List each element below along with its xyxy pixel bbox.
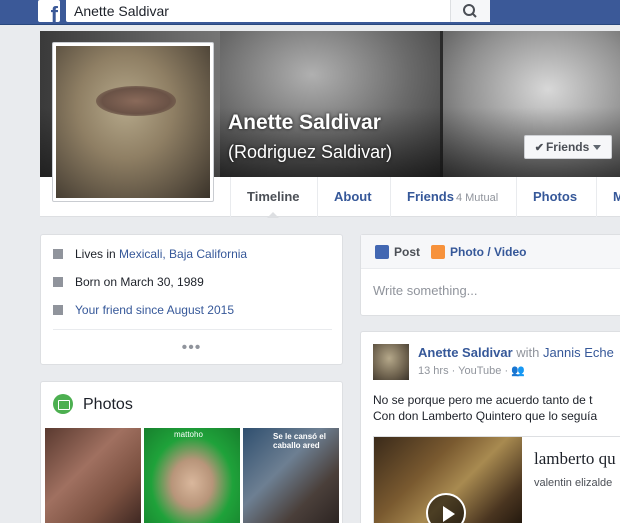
- link-subtitle: valentin elizalde: [534, 477, 613, 489]
- friends-button[interactable]: ✔ Friends: [524, 135, 612, 159]
- post-time[interactable]: 13 hrs: [418, 365, 449, 377]
- play-icon[interactable]: [426, 493, 466, 523]
- photo-thumbnail[interactable]: [45, 428, 141, 523]
- link-title[interactable]: lamberto qu: [534, 449, 616, 469]
- tab-friends[interactable]: Friends 4 Mutual: [390, 177, 514, 217]
- feed-post: Anette Saldivar with Jannis Eche 13 hrs …: [360, 331, 620, 523]
- photos-icon: [53, 394, 73, 414]
- tab-timeline[interactable]: Timeline: [230, 177, 316, 218]
- search-button[interactable]: [450, 0, 490, 22]
- post-source[interactable]: YouTube: [458, 365, 501, 377]
- post-author-line: Anette Saldivar with Jannis Eche: [418, 345, 614, 360]
- tab-about[interactable]: About: [317, 177, 388, 217]
- photo-thumbnail[interactable]: mattoho: [144, 428, 240, 523]
- friend-since-link[interactable]: Your friend since August 2015: [75, 303, 234, 317]
- friends-icon: [53, 305, 63, 315]
- search-box: [66, 0, 490, 22]
- tab-more[interactable]: M: [596, 177, 620, 217]
- post-text: No se porque pero me acuerdo tanto de t …: [373, 393, 598, 423]
- tab-photo-video[interactable]: Photo / Video: [431, 245, 526, 259]
- tab-post[interactable]: Post: [375, 245, 420, 259]
- mutual-count: 4 Mutual: [455, 192, 499, 204]
- search-input[interactable]: [66, 0, 450, 22]
- chevron-down-icon: [593, 145, 602, 151]
- photo-thumbnail[interactable]: Se le cansó el caballo ared: [243, 428, 339, 523]
- composer-tabs: Post Photo / Video: [361, 235, 620, 269]
- audience-friends-icon[interactable]: 👥: [511, 365, 525, 377]
- tab-photos[interactable]: Photos: [516, 177, 593, 217]
- link-preview[interactable]: lamberto qu valentin elizalde: [373, 436, 620, 523]
- friends-button-label: Friends: [545, 140, 590, 154]
- post-author-avatar[interactable]: [373, 344, 409, 380]
- more-dots-button[interactable]: •••: [41, 339, 342, 357]
- photos-card: Photos mattoho Se le cansó el caballo ar…: [40, 381, 343, 523]
- post-author-name[interactable]: Anette Saldivar: [418, 345, 513, 360]
- intro-friend-since: Your friend since August 2015: [53, 303, 234, 319]
- checkmark-icon: ✔: [534, 142, 544, 154]
- intro-card: Lives in Mexicali, Baja California Born …: [40, 234, 343, 365]
- post-meta: 13 hrs · YouTube · 👥: [418, 365, 525, 377]
- photos-title[interactable]: Photos: [83, 396, 133, 414]
- intro-born: Born on March 30, 1989: [53, 275, 204, 291]
- top-bar: f: [0, 0, 620, 26]
- calendar-icon: [53, 277, 63, 287]
- profile-alternate-name: (Rodriguez Saldivar): [228, 142, 393, 162]
- search-icon: [463, 4, 477, 18]
- pencil-icon: [375, 245, 389, 259]
- avatar: [56, 46, 210, 198]
- lives-in-link[interactable]: Mexicali, Baja California: [119, 247, 247, 261]
- composer-input[interactable]: Write something...: [373, 283, 478, 298]
- home-icon: [53, 249, 63, 259]
- post-composer: Post Photo / Video Write something...: [360, 234, 620, 316]
- facebook-logo-icon[interactable]: f: [38, 0, 60, 26]
- tagged-friend-link[interactable]: Jannis Eche: [543, 345, 614, 360]
- divider: [53, 329, 332, 330]
- intro-lives-in: Lives in Mexicali, Baja California: [53, 247, 247, 263]
- profile-picture[interactable]: [52, 42, 214, 202]
- photo-icon: [431, 245, 445, 259]
- video-thumbnail[interactable]: [374, 437, 522, 523]
- profile-name[interactable]: Anette Saldivar: [228, 111, 381, 135]
